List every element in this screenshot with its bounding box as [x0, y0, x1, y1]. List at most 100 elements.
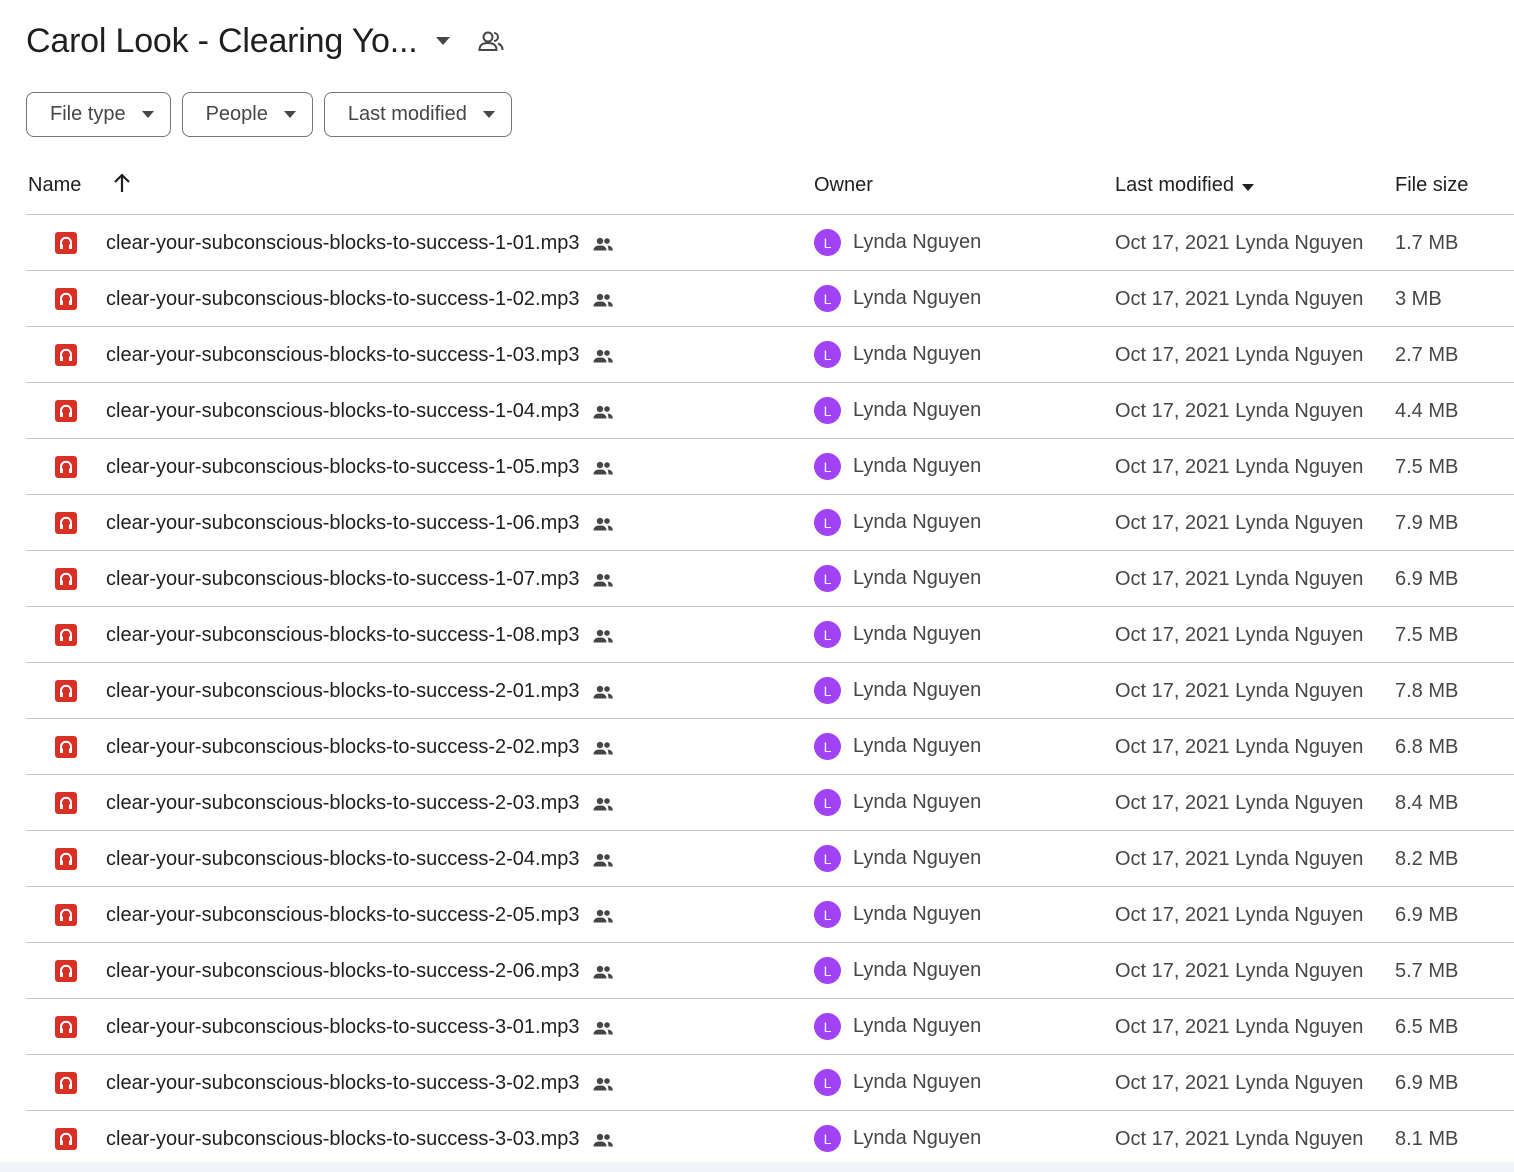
last-modified-cell: Oct 17, 2021 Lynda Nguyen	[1115, 232, 1364, 254]
column-header-owner[interactable]: Owner	[814, 174, 873, 197]
last-modified-cell: Oct 17, 2021 Lynda Nguyen	[1115, 848, 1364, 870]
owner-name: Lynda Nguyen	[853, 623, 982, 645]
file-name: clear-your-subconscious-blocks-to-succes…	[106, 456, 614, 479]
owner-cell: L Lynda Nguyen	[814, 733, 981, 760]
file-row[interactable]: clear-your-subconscious-blocks-to-succes…	[26, 215, 1514, 271]
file-name-text: clear-your-subconscious-blocks-to-succes…	[106, 680, 580, 702]
file-row[interactable]: clear-your-subconscious-blocks-to-succes…	[26, 663, 1514, 719]
owner-name: Lynda Nguyen	[853, 959, 982, 981]
file-row[interactable]: clear-your-subconscious-blocks-to-succes…	[26, 943, 1514, 999]
audio-file-icon	[55, 456, 77, 478]
file-name-text: clear-your-subconscious-blocks-to-succes…	[106, 624, 580, 646]
owner-name: Lynda Nguyen	[853, 287, 982, 309]
column-header-file-size[interactable]: File size	[1395, 174, 1468, 197]
file-name-text: clear-your-subconscious-blocks-to-succes…	[106, 512, 580, 534]
file-type-filter[interactable]: File type	[26, 92, 171, 137]
file-row[interactable]: clear-your-subconscious-blocks-to-succes…	[26, 887, 1514, 943]
audio-file-icon	[55, 1016, 77, 1038]
audio-file-icon	[55, 400, 77, 422]
file-name: clear-your-subconscious-blocks-to-succes…	[106, 1128, 614, 1151]
owner-name: Lynda Nguyen	[853, 791, 982, 813]
file-name-text: clear-your-subconscious-blocks-to-succes…	[106, 288, 580, 310]
people-icon	[592, 1021, 614, 1035]
file-row[interactable]: clear-your-subconscious-blocks-to-succes…	[26, 1055, 1514, 1111]
owner-name: Lynda Nguyen	[853, 455, 982, 477]
column-header-name[interactable]: Name	[28, 174, 81, 197]
last-modified-cell: Oct 17, 2021 Lynda Nguyen	[1115, 680, 1364, 702]
column-header-last-modified[interactable]: Last modified	[1115, 174, 1254, 197]
last-modified-filter[interactable]: Last modified	[323, 92, 512, 137]
avatar: L	[814, 453, 841, 480]
arrow-drop-down-icon[interactable]	[428, 26, 458, 56]
file-row[interactable]: clear-your-subconscious-blocks-to-succes…	[26, 551, 1514, 607]
people-icon	[592, 573, 614, 587]
owner-cell: L Lynda Nguyen	[814, 341, 981, 368]
file-size-cell: 2.7 MB	[1395, 344, 1459, 366]
people-icon	[592, 1077, 614, 1091]
file-row[interactable]: clear-your-subconscious-blocks-to-succes…	[26, 999, 1514, 1055]
owner-cell: L Lynda Nguyen	[814, 845, 981, 872]
file-name-text: clear-your-subconscious-blocks-to-succes…	[106, 904, 580, 926]
avatar: L	[814, 677, 841, 704]
column-header-last-modified-label: Last modified	[1115, 174, 1234, 196]
file-row[interactable]: clear-your-subconscious-blocks-to-succes…	[26, 439, 1514, 495]
avatar: L	[814, 1125, 841, 1152]
owner-name: Lynda Nguyen	[853, 567, 982, 589]
file-size-cell: 6.9 MB	[1395, 1072, 1459, 1094]
last-modified-cell: Oct 17, 2021 Lynda Nguyen	[1115, 400, 1364, 422]
file-name: clear-your-subconscious-blocks-to-succes…	[106, 904, 614, 927]
file-size-cell: 6.5 MB	[1395, 1016, 1459, 1038]
file-row[interactable]: clear-your-subconscious-blocks-to-succes…	[26, 383, 1514, 439]
owner-cell: L Lynda Nguyen	[814, 509, 981, 536]
file-name-text: clear-your-subconscious-blocks-to-succes…	[106, 1072, 580, 1094]
people-icon	[592, 237, 614, 251]
audio-file-icon	[55, 288, 77, 310]
file-row[interactable]: clear-your-subconscious-blocks-to-succes…	[26, 775, 1514, 831]
people-icon[interactable]	[476, 26, 506, 56]
folder-title[interactable]: Carol Look - Clearing Yo...	[26, 22, 418, 61]
owner-name: Lynda Nguyen	[853, 735, 982, 757]
file-row[interactable]: clear-your-subconscious-blocks-to-succes…	[26, 607, 1514, 663]
owner-cell: L Lynda Nguyen	[814, 1069, 981, 1096]
avatar: L	[814, 957, 841, 984]
owner-name: Lynda Nguyen	[853, 511, 982, 533]
last-modified-cell: Oct 17, 2021 Lynda Nguyen	[1115, 344, 1364, 366]
file-name-text: clear-your-subconscious-blocks-to-succes…	[106, 456, 580, 478]
people-filter[interactable]: People	[181, 92, 313, 137]
file-name: clear-your-subconscious-blocks-to-succes…	[106, 512, 614, 535]
people-icon	[592, 965, 614, 979]
audio-file-icon	[55, 848, 77, 870]
owner-cell: L Lynda Nguyen	[814, 621, 981, 648]
file-name: clear-your-subconscious-blocks-to-succes…	[106, 1072, 614, 1095]
audio-file-icon	[55, 680, 77, 702]
audio-file-icon	[55, 624, 77, 646]
people-icon	[592, 517, 614, 531]
file-row[interactable]: clear-your-subconscious-blocks-to-succes…	[26, 831, 1514, 887]
owner-cell: L Lynda Nguyen	[814, 677, 981, 704]
people-icon	[592, 741, 614, 755]
file-row[interactable]: clear-your-subconscious-blocks-to-succes…	[26, 271, 1514, 327]
file-row[interactable]: clear-your-subconscious-blocks-to-succes…	[26, 1111, 1514, 1167]
file-row[interactable]: clear-your-subconscious-blocks-to-succes…	[26, 327, 1514, 383]
arrow-upward-icon[interactable]	[112, 172, 132, 194]
people-icon	[592, 293, 614, 307]
file-size-cell: 4.4 MB	[1395, 400, 1459, 422]
owner-cell: L Lynda Nguyen	[814, 957, 981, 984]
last-modified-cell: Oct 17, 2021 Lynda Nguyen	[1115, 736, 1364, 758]
file-list: Name Owner Last modified File size clear…	[26, 158, 1514, 1167]
arrow-drop-down-icon	[1241, 174, 1254, 197]
file-size-cell: 6.9 MB	[1395, 904, 1459, 926]
file-size-cell: 3 MB	[1395, 288, 1442, 310]
owner-name: Lynda Nguyen	[853, 1015, 982, 1037]
last-modified-cell: Oct 17, 2021 Lynda Nguyen	[1115, 624, 1364, 646]
arrow-drop-down-icon	[141, 108, 156, 122]
table-header: Name Owner Last modified File size	[26, 158, 1514, 215]
file-name-text: clear-your-subconscious-blocks-to-succes…	[106, 232, 580, 254]
owner-cell: L Lynda Nguyen	[814, 789, 981, 816]
file-row[interactable]: clear-your-subconscious-blocks-to-succes…	[26, 719, 1514, 775]
avatar: L	[814, 733, 841, 760]
file-size-cell: 7.9 MB	[1395, 512, 1459, 534]
file-size-cell: 8.2 MB	[1395, 848, 1459, 870]
file-row[interactable]: clear-your-subconscious-blocks-to-succes…	[26, 495, 1514, 551]
file-name: clear-your-subconscious-blocks-to-succes…	[106, 568, 614, 591]
